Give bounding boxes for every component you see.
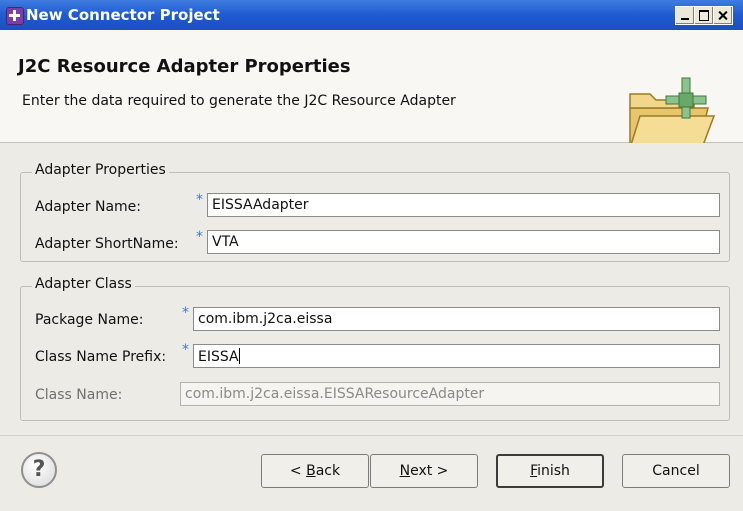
back-button-prefix: < [289, 463, 307, 479]
class-name-prefix-label: Class Name Prefix: [35, 349, 167, 365]
adapter-short-name-label: Adapter ShortName: [35, 236, 179, 252]
required-marker: * [196, 192, 203, 208]
folder-connector-icon [628, 77, 716, 149]
wizard-header: J2C Resource Adapter Properties Enter th… [0, 30, 743, 149]
adapter-properties-legend: Adapter Properties [32, 162, 169, 178]
class-name-label: Class Name: [35, 387, 123, 403]
finish-button-label: inish [537, 463, 570, 479]
cancel-button[interactable]: Cancel [622, 454, 730, 488]
adapter-class-legend: Adapter Class [32, 276, 135, 292]
required-marker: * [196, 229, 203, 245]
minimize-button[interactable] [675, 6, 695, 25]
package-name-label: Package Name: [35, 312, 144, 328]
next-button-mnemonic: N [399, 463, 411, 479]
title-bar[interactable]: New Connector Project [0, 0, 743, 30]
next-button-label: ext > [410, 463, 449, 479]
next-button[interactable]: Next > [370, 454, 478, 488]
back-button-mnemonic: B [306, 463, 316, 479]
page-description: Enter the data required to generate the … [22, 93, 456, 109]
finish-button[interactable]: Finish [496, 454, 604, 488]
class-name-prefix-field[interactable]: EISSA [193, 344, 720, 368]
class-name-prefix-value: EISSA [198, 349, 239, 365]
help-icon[interactable]: ? [21, 452, 57, 488]
adapter-name-label: Adapter Name: [35, 199, 142, 215]
adapter-short-name-field[interactable]: VTA [207, 230, 720, 254]
back-button-label: ack [315, 463, 341, 479]
back-button[interactable]: < Back [261, 454, 369, 488]
class-name-field: com.ibm.j2ca.eissa.EISSAResourceAdapter [180, 382, 720, 406]
package-name-field[interactable]: com.ibm.j2ca.eissa [193, 307, 720, 331]
adapter-name-field[interactable]: EISSAAdapter [207, 193, 720, 217]
maximize-button[interactable] [694, 6, 714, 25]
required-marker: * [182, 305, 189, 321]
required-marker: * [182, 342, 189, 358]
text-caret [238, 348, 240, 364]
window-title: New Connector Project [26, 6, 220, 24]
close-button[interactable] [713, 6, 733, 25]
page-title: J2C Resource Adapter Properties [18, 56, 351, 77]
connector-project-icon [6, 7, 24, 25]
